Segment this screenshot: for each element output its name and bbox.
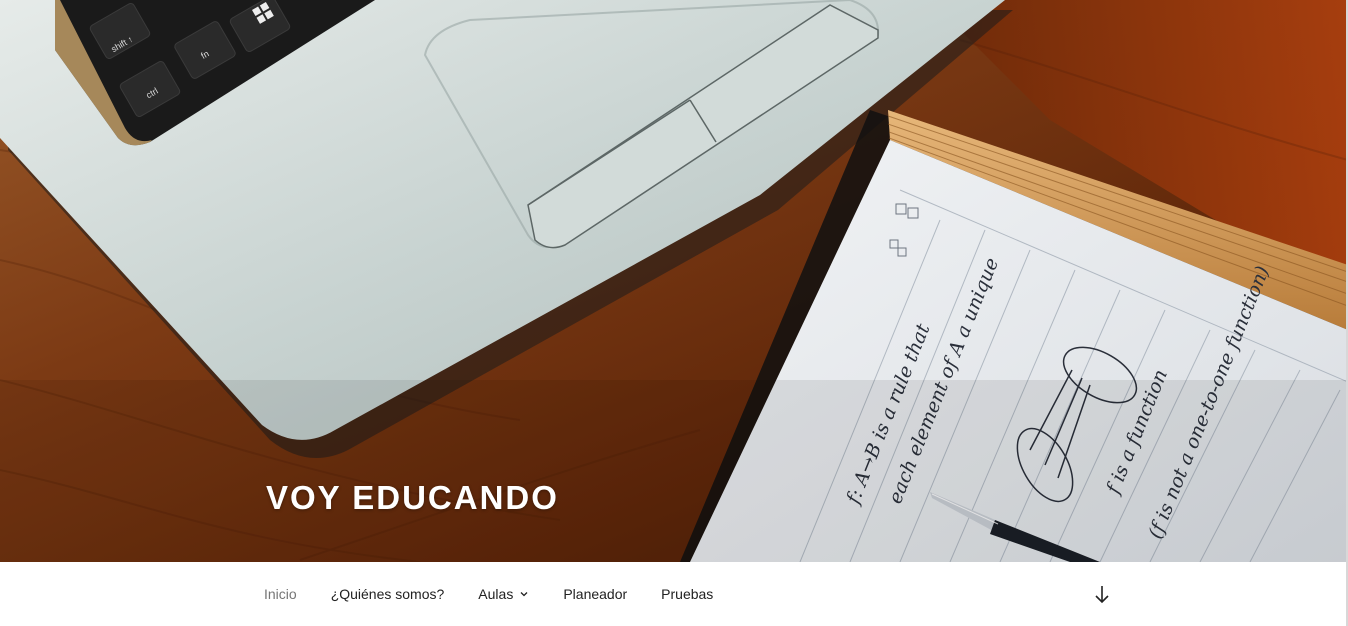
nav-item-aulas[interactable]: Aulas — [478, 586, 529, 602]
nav-item-label: Pruebas — [661, 586, 714, 602]
header-image: shift ↑ fn ctrl f: A→B is a rule that ea… — [0, 0, 1348, 562]
chevron-down-icon[interactable] — [519, 589, 529, 599]
arrow-down-icon[interactable] — [1092, 582, 1112, 606]
page: shift ↑ fn ctrl f: A→B is a rule that ea… — [0, 0, 1348, 626]
nav-menu: Inicio ¿Quiénes somos? Aulas Planeador P… — [264, 562, 747, 626]
nav-item-quienes-somos[interactable]: ¿Quiénes somos? — [331, 586, 445, 602]
site-title[interactable]: VOY EDUCANDO — [266, 478, 559, 518]
nav-item-label: Planeador — [563, 586, 628, 602]
nav-item-label: Aulas — [478, 586, 514, 602]
nav-item-inicio[interactable]: Inicio — [264, 586, 297, 602]
main-navigation: Inicio ¿Quiénes somos? Aulas Planeador P… — [0, 562, 1348, 626]
nav-item-planeador[interactable]: Planeador — [563, 586, 627, 602]
nav-item-pruebas[interactable]: Pruebas — [661, 586, 713, 602]
nav-item-label: ¿Quiénes somos? — [330, 586, 445, 602]
nav-item-label: Inicio — [264, 586, 297, 602]
